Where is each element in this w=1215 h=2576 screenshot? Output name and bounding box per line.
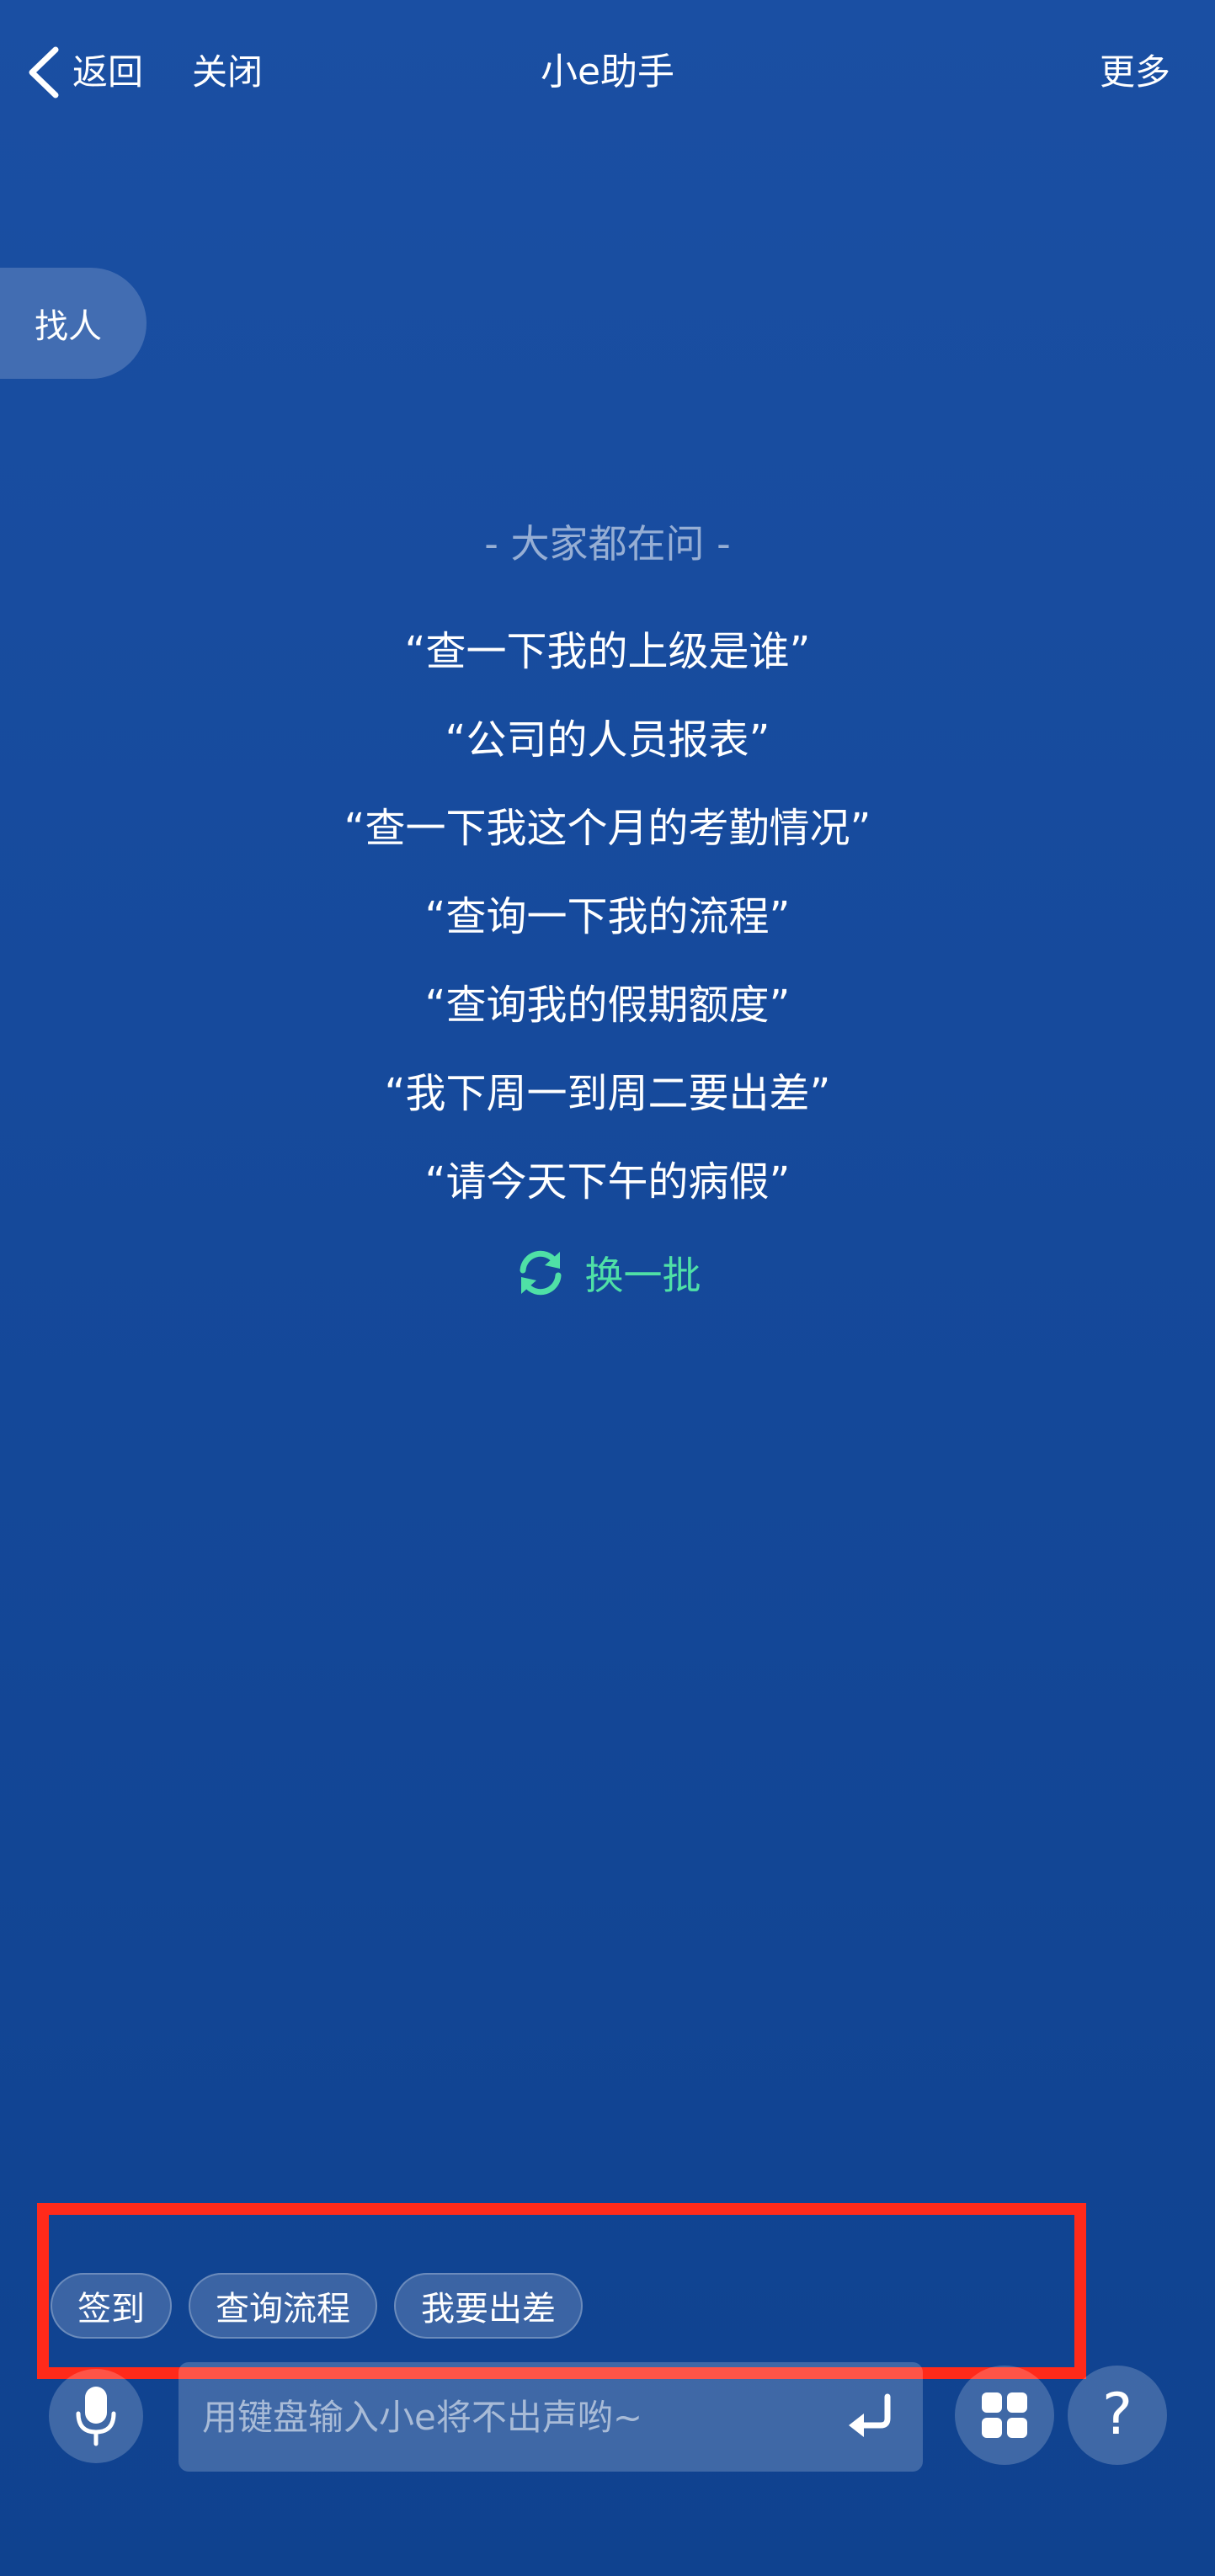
refresh-icon <box>514 1247 567 1299</box>
help-button[interactable]: ? <box>1068 2366 1167 2465</box>
chevron-left-icon <box>25 45 62 100</box>
more-button[interactable]: 更多 <box>1100 39 1170 106</box>
suggestion-item[interactable]: “查一下我这个月的考勤情况” <box>0 785 1215 873</box>
microphone-icon <box>73 2385 119 2447</box>
question-icon: ? <box>1101 2382 1133 2448</box>
quick-chips: 签到 查询流程 我要出差 <box>51 2273 583 2339</box>
suggestion-item[interactable]: “查询我的假期额度” <box>0 961 1215 1050</box>
refresh-batch-button[interactable]: 换一批 <box>0 1237 1215 1308</box>
find-person-button[interactable]: 找人 <box>0 268 147 379</box>
enter-icon <box>844 2390 898 2444</box>
suggestion-item[interactable]: “查询一下我的流程” <box>0 873 1215 961</box>
suggestion-item[interactable]: “公司的人员报表” <box>0 696 1215 785</box>
top-navbar: 返回 关闭 小e助手 更多 <box>0 0 1215 143</box>
page-title: 小e助手 <box>540 51 675 93</box>
grid-icon <box>979 2390 1030 2440</box>
message-input[interactable] <box>202 2362 808 2472</box>
close-button[interactable]: 关闭 <box>192 39 263 106</box>
suggestions-list: “查一下我的上级是谁” “公司的人员报表” “查一下我这个月的考勤情况” “查询… <box>0 608 1215 1227</box>
back-button[interactable]: 返回 <box>25 39 143 106</box>
back-label: 返回 <box>72 51 144 93</box>
send-button[interactable] <box>844 2390 898 2444</box>
suggestions-header: - 大家都在问 - <box>484 521 731 567</box>
apps-button[interactable] <box>955 2366 1054 2465</box>
suggestion-item[interactable]: “请今天下午的病假” <box>0 1138 1215 1227</box>
chip-sign-in[interactable]: 签到 <box>51 2273 172 2339</box>
suggestion-item[interactable]: “我下周一到周二要出差” <box>0 1050 1215 1138</box>
chip-query-process[interactable]: 查询流程 <box>189 2273 377 2339</box>
message-input-box <box>179 2362 923 2472</box>
suggestion-item[interactable]: “查一下我的上级是谁” <box>0 608 1215 696</box>
voice-input-button[interactable] <box>49 2369 143 2463</box>
refresh-label: 换一批 <box>584 1253 701 1298</box>
chip-business-trip[interactable]: 我要出差 <box>394 2273 583 2339</box>
